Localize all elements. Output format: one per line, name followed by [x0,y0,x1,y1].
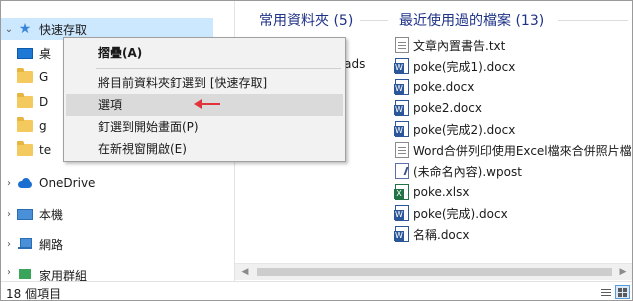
recent-file[interactable]: Word合併列印使用Excel檔來合併照片檔 [395,140,632,160]
file-name: Word合併列印使用Excel檔來合併照片檔 [413,143,632,158]
text-file-icon [395,142,409,158]
nav-network-label: 網路 [39,237,64,252]
desktop-icon [17,47,33,59]
recent-file[interactable]: poke2.docx [394,98,482,118]
network-icon [17,238,33,250]
horizontal-scrollbar[interactable]: ◀ ▶ [235,263,632,280]
item-count: 18 個項目 [6,287,62,301]
recent-file[interactable]: poke(完成2).docx [394,119,516,139]
recent-file[interactable]: poke(完成1).docx [394,56,516,76]
nav-this-pc-label: 本機 [39,207,64,222]
cloud-icon [17,178,33,188]
recent-file[interactable]: 文章內置書告.txt [395,35,505,55]
chevron-right-icon[interactable]: › [1,178,17,189]
nav-item-folder[interactable]: te [17,139,51,161]
large-icons-view-button[interactable] [615,285,630,299]
nav-item-label: G [39,70,49,84]
file-name: (未命名內容).wpost [413,164,522,179]
nav-item-label: g [39,119,47,133]
word-file-icon [394,58,409,74]
word-file-icon [394,79,409,95]
large-icons-view-icon [618,288,622,292]
frequent-folders-title[interactable]: 常用資料夾 (5) [259,10,353,30]
explorer-window: ⌄ ★ 快速存取 桌 G D g te › OneDrive › 本機 › 網路… [0,0,633,301]
chevron-right-icon[interactable]: › [1,239,17,250]
recent-file[interactable]: (未命名內容).wpost [395,161,522,181]
recent-files-title[interactable]: 最近使用過的檔案 (13) [399,10,544,30]
folder-icon [17,141,33,156]
excel-file-icon [394,184,409,200]
status-bar: 18 個項目 [1,281,632,301]
chevron-right-icon[interactable]: › [1,209,17,220]
annotation-arrow-icon [194,99,220,109]
details-view-button[interactable] [598,285,613,299]
scrollbar-thumb[interactable] [257,268,612,276]
recent-file[interactable]: poke.docx [394,77,475,97]
file-name: 文章內置書告.txt [413,38,506,53]
menu-separator [96,68,341,69]
nav-item-label: 桌 [39,46,52,61]
folder-icon [17,93,33,108]
menu-item-collapse[interactable]: 摺疊(A) [66,42,343,64]
computer-icon [17,208,33,220]
homegroup-icon [17,267,33,279]
nav-item-label: D [39,95,49,109]
recent-file[interactable]: poke.xlsx [394,182,470,202]
section-divider [360,20,388,21]
word-file-icon [394,100,409,116]
context-menu: 摺疊(A) 將目前資料夾釘選到 [快速存取] 選項 釘選到開始畫面(P) 在新視… [63,37,346,162]
scroll-right-icon[interactable]: ▶ [616,266,630,279]
word-file-icon [394,226,409,242]
menu-item-pin-quick-access[interactable]: 將目前資料夾釘選到 [快速存取] [66,72,343,94]
nav-onedrive-label: OneDrive [39,176,96,190]
word-file-icon [394,205,409,221]
nav-this-pc[interactable]: › 本機 [1,203,63,225]
nav-onedrive[interactable]: › OneDrive [1,172,95,194]
section-divider [558,20,628,21]
word-file-icon [394,121,409,137]
nav-item-desktop[interactable]: 桌 [17,42,51,64]
details-view-icon [601,289,611,290]
file-name: poke(完成1).docx [413,59,516,74]
nav-quick-access-label: 快速存取 [39,22,88,37]
text-file-icon [395,37,409,53]
file-name: poke2.docx [413,101,482,115]
chevron-right-icon[interactable]: › [1,267,17,278]
file-name: poke(完成2).docx [413,122,516,137]
recent-file[interactable]: poke(完成).docx [394,203,508,223]
chevron-down-icon[interactable]: ⌄ [1,24,17,35]
recent-file[interactable]: 名稱.docx [394,224,470,244]
nav-homegroup[interactable]: › 家用群組 [1,263,87,281]
menu-item-pin-start[interactable]: 釘選到開始畫面(P) [66,116,343,138]
nav-item-folder[interactable]: g [17,115,47,137]
star-icon: ★ [18,21,32,37]
file-name: poke.docx [413,80,475,94]
folder-icon [17,68,33,83]
nav-item-label: te [39,143,52,157]
menu-item-open-new-window[interactable]: 在新視窗開啟(E) [66,138,343,160]
file-name: poke(完成).docx [413,206,508,221]
nav-item-folder[interactable]: D [17,91,48,113]
scroll-left-icon[interactable]: ◀ [238,266,252,279]
folder-icon [17,117,33,132]
nav-item-folder[interactable]: G [17,66,48,88]
file-name: poke.xlsx [413,185,470,199]
file-name: 名稱.docx [413,227,470,242]
wpost-file-icon [395,163,409,179]
nav-homegroup-label: 家用群組 [39,269,88,281]
nav-network[interactable]: › 網路 [1,233,63,255]
